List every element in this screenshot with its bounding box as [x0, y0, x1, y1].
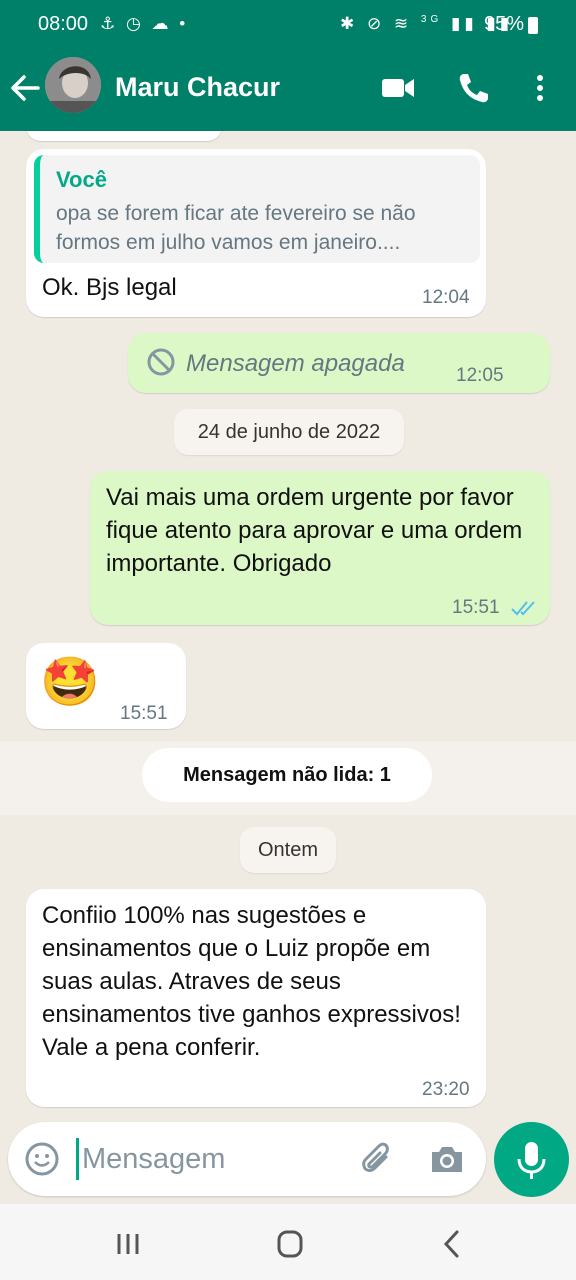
chat-header: Maru Chacur — [0, 52, 576, 131]
message-time: 12:05 — [456, 365, 504, 386]
message-time: 15:51 — [120, 703, 168, 724]
quote-author: Você — [56, 167, 107, 192]
chat-area[interactable]: Você opa se forem ficar ate fevereiro se… — [0, 131, 576, 1121]
top-bar: 08:00 ⚓ ◷ ☁ • ✱ ⊘ ≋ 3G ▮▮ ▮▮ 95% Maru Ch… — [0, 0, 576, 131]
message-time: 12:04 — [422, 287, 470, 308]
message-bubble-outgoing[interactable]: Vai mais uma ordem urgente por favor fiq… — [90, 471, 550, 625]
quote-text: opa se forem ficar ate fevereiro se não … — [56, 202, 416, 254]
unread-count-label: Mensagem não lida: 1 — [142, 748, 432, 802]
message-text: Vai mais uma ordem urgente por favor fiq… — [106, 484, 523, 577]
message-bubble-incoming[interactable]: 🤩 15:51 — [26, 643, 186, 729]
back-nav-icon[interactable] — [432, 1226, 472, 1262]
read-ticks-icon — [511, 601, 535, 616]
battery-icon — [528, 17, 538, 34]
deleted-icon — [147, 348, 175, 376]
avatar-photo-icon — [45, 57, 101, 113]
video-call-icon[interactable] — [380, 70, 416, 106]
microphone-icon — [517, 1142, 546, 1179]
message-input-bar — [8, 1122, 486, 1196]
notification-icons: ⚓ ◷ ☁ • — [100, 14, 189, 33]
attach-icon[interactable] — [358, 1140, 396, 1178]
voice-call-icon[interactable] — [456, 70, 492, 106]
camera-icon[interactable] — [428, 1140, 466, 1178]
contact-avatar[interactable] — [45, 57, 101, 113]
message-bubble-incoming[interactable]: Confiio 100% nas sugestões e ensinamento… — [26, 889, 486, 1107]
deleted-message-text: Mensagem apagada — [186, 350, 405, 377]
message-time: 15:51 — [452, 597, 500, 618]
text-cursor — [76, 1138, 79, 1180]
date-chip: Ontem — [240, 827, 336, 873]
recent-apps-icon[interactable] — [108, 1226, 148, 1262]
contact-name[interactable]: Maru Chacur — [115, 72, 280, 103]
more-options-icon[interactable] — [526, 70, 554, 106]
back-arrow-icon[interactable] — [8, 68, 42, 108]
star-struck-emoji: 🤩 — [40, 656, 100, 709]
status-bar: 08:00 ⚓ ◷ ☁ • ✱ ⊘ ≋ 3G ▮▮ ▮▮ 95% — [0, 0, 576, 52]
date-chip: 24 de junho de 2022 — [174, 409, 404, 455]
quoted-message[interactable]: Você opa se forem ficar ate fevereiro se… — [34, 155, 480, 263]
network-label: 3G — [420, 14, 443, 25]
message-text: Ok. Bjs legal — [42, 274, 177, 301]
status-time: 08:00 — [38, 13, 89, 35]
message-input[interactable] — [82, 1134, 352, 1184]
message-time: 23:20 — [422, 1079, 470, 1100]
message-bubble-incoming[interactable]: Você opa se forem ficar ate fevereiro se… — [26, 149, 486, 317]
voice-message-button[interactable] — [494, 1122, 569, 1197]
home-icon[interactable] — [270, 1226, 310, 1262]
partial-message-bubble — [26, 131, 222, 141]
battery-level: 95% — [484, 13, 525, 35]
unread-divider: Mensagem não lida: 1 — [0, 741, 576, 815]
emoji-icon[interactable] — [24, 1141, 60, 1177]
message-bubble-outgoing[interactable]: Mensagem apagada 12:05 — [128, 333, 550, 393]
system-nav-bar — [0, 1204, 576, 1280]
message-text: Confiio 100% nas sugestões e ensinamento… — [42, 902, 461, 1061]
